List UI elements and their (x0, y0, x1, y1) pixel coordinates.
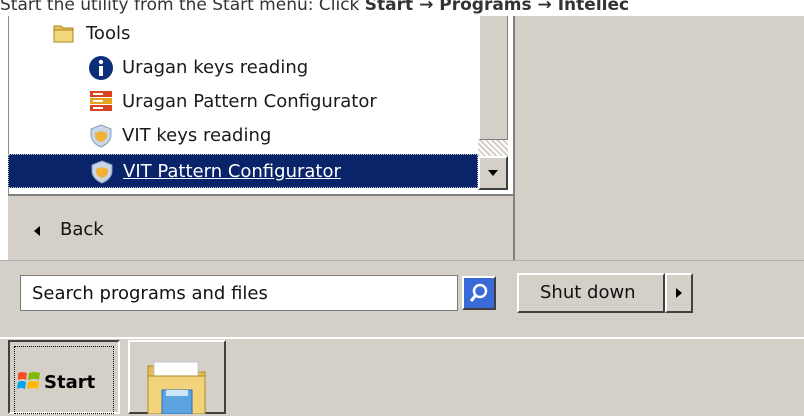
program-item-label: Uragan keys reading (122, 56, 309, 78)
start-menu-right-panel (513, 16, 804, 260)
program-item-tools[interactable]: Tools (8, 16, 478, 50)
search-button[interactable] (462, 276, 496, 310)
caption-text: Start the utility from the Start menu: C… (0, 0, 365, 15)
scrollbar-track[interactable] (478, 16, 508, 140)
folder-icon (147, 361, 206, 414)
scrollbar-track-shade (478, 140, 508, 156)
scroll-down-button[interactable] (478, 156, 508, 190)
start-label: Start (44, 372, 96, 393)
search-icon (469, 283, 488, 302)
shield-icon (89, 159, 113, 184)
program-item-label: Tools (86, 22, 131, 44)
program-item-vit-pattern-configurator[interactable]: VIT Pattern Configurator (8, 154, 478, 188)
search-placeholder: Search programs and files (32, 283, 268, 304)
program-item-label: Uragan Pattern Configurator (122, 90, 377, 112)
program-item-label: VIT keys reading (122, 124, 272, 146)
caption-path-start: Start (364, 0, 414, 15)
windows-logo-icon (17, 372, 40, 389)
back-arrow-icon (34, 226, 40, 236)
program-item-label: VIT Pattern Configurator (123, 160, 341, 182)
caption-separator: → (531, 0, 558, 15)
caption-path-programs: Programs (439, 0, 532, 15)
caption-path-intellect: Intellec (557, 0, 630, 15)
shutdown-label: Shut down (540, 282, 636, 303)
program-item-uragan-keys-reading[interactable]: Uragan keys reading (8, 50, 478, 84)
folder-icon (52, 21, 76, 45)
chevron-down-icon (488, 170, 498, 176)
caption-separator: → (413, 0, 440, 15)
taskbar (0, 337, 804, 416)
program-item-uragan-pattern-configurator[interactable]: Uragan Pattern Configurator (8, 84, 478, 118)
back-button[interactable]: Back (60, 219, 104, 240)
info-icon (88, 55, 113, 80)
chevron-right-icon (676, 288, 682, 298)
programs-list: Tools Uragan keys reading Uragan Pattern… (8, 16, 478, 192)
program-item-vit-keys-reading[interactable]: VIT keys reading (8, 118, 478, 152)
configurator-icon (88, 89, 112, 113)
shutdown-options-button[interactable] (665, 273, 693, 313)
shield-icon (88, 123, 112, 148)
instruction-caption: Start the utility from the Start menu: C… (0, 0, 629, 17)
